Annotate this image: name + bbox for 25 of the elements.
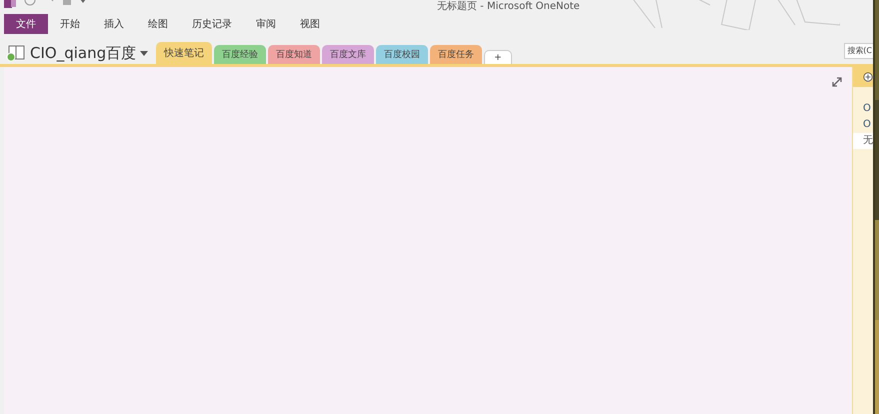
ribbon-tab[interactable]: 绘图 xyxy=(136,14,180,34)
ribbon-tab[interactable]: 历史记录 xyxy=(180,14,244,34)
section-tab[interactable]: 百度任务 xyxy=(430,45,482,64)
search-field[interactable]: 搜索(C xyxy=(844,43,873,59)
ribbon-tab[interactable]: 文件 xyxy=(4,14,48,34)
section-tab[interactable]: 百度校园 xyxy=(376,45,428,64)
page-item[interactable]: O xyxy=(853,117,873,133)
ribbon-tab[interactable]: 视图 xyxy=(288,14,332,34)
ribbon-tab[interactable]: 审阅 xyxy=(244,14,288,34)
section-tab[interactable]: 快速笔记 xyxy=(156,42,212,64)
page-item[interactable]: O xyxy=(853,101,873,117)
section-tab[interactable]: 百度知道 xyxy=(268,45,320,64)
section-tab[interactable]: 百度经验 xyxy=(214,45,266,64)
expand-icon[interactable] xyxy=(832,77,842,87)
caret-icon xyxy=(140,50,148,56)
onenote-logo-icon xyxy=(4,0,16,8)
section-tab[interactable]: 百度文库 xyxy=(322,45,374,64)
ribbon-tab[interactable]: 插入 xyxy=(92,14,136,34)
add-page-icon[interactable] xyxy=(863,71,873,83)
notebook-dropdown[interactable]: CIO_qiang百度 xyxy=(0,42,156,64)
ribbon-tab[interactable]: 开始 xyxy=(48,14,92,34)
notebook-icon xyxy=(6,44,26,62)
page-item[interactable]: 无 xyxy=(853,133,873,149)
add-section-tab[interactable]: + xyxy=(484,50,512,64)
window-title: 无标题页 - Microsoft OneNote xyxy=(437,1,580,13)
